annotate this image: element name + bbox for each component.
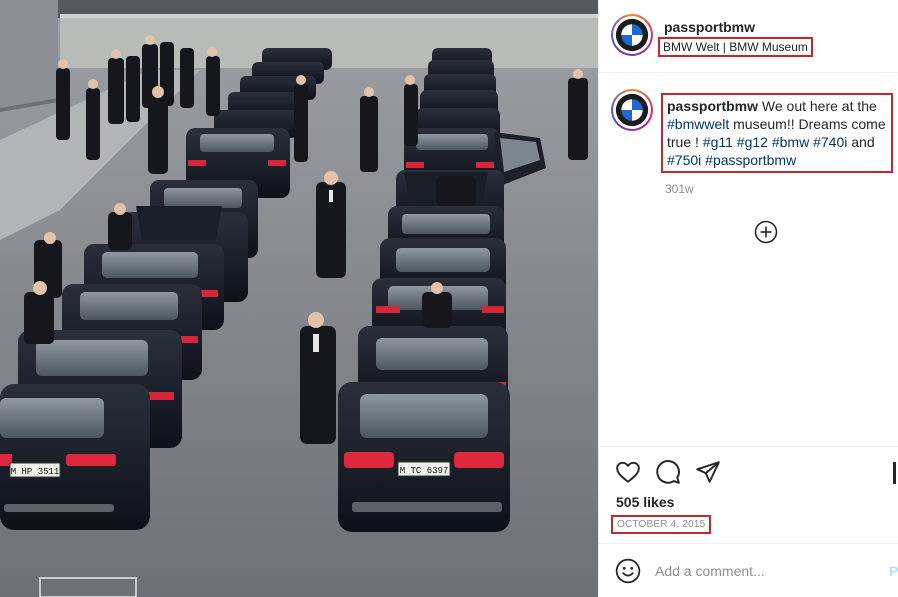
post-caption: passportbmw We out here at the #bmwwelt … xyxy=(661,93,893,173)
caption-text: We out here at the xyxy=(758,98,877,114)
plate-right: M TC 6397 xyxy=(400,466,449,476)
post-side-panel: passportbmw BMW Welt | BMW Museum passpo… xyxy=(598,0,898,597)
speech-bubble-icon[interactable] xyxy=(655,459,681,485)
hashtag-link[interactable]: #bmw xyxy=(772,134,809,150)
hashtag-link[interactable]: #bmwwelt xyxy=(667,116,729,132)
comment-input[interactable] xyxy=(655,560,875,582)
bmw-logo-icon xyxy=(615,93,649,127)
author-username[interactable]: passportbmw xyxy=(664,19,755,35)
hashtag-link[interactable]: #g11 xyxy=(703,134,733,150)
caption-author-avatar[interactable] xyxy=(611,89,653,131)
hashtag-link[interactable]: #g12 xyxy=(737,134,768,150)
caption-text: and xyxy=(847,134,875,150)
hashtag-link[interactable]: #750i xyxy=(667,152,701,168)
plate-left: M HP 3511 xyxy=(11,467,60,477)
post-date[interactable]: OCTOBER 4, 2015 xyxy=(611,515,712,534)
post-location[interactable]: BMW Welt | BMW Museum xyxy=(658,37,813,57)
plus-circle-icon[interactable] xyxy=(754,220,778,244)
post-comment-button[interactable]: P xyxy=(889,563,898,579)
caption-time-ago[interactable]: 301w xyxy=(665,182,694,196)
bmw-fleet-photo: M HP 3511 M TC 6397 xyxy=(0,0,598,597)
actions-divider xyxy=(599,446,898,447)
hashtag-link[interactable]: #passportbmw xyxy=(705,152,796,168)
bmw-logo-icon xyxy=(615,18,649,52)
heart-icon[interactable] xyxy=(615,459,641,485)
author-avatar[interactable] xyxy=(611,14,653,56)
post-photo[interactable]: M HP 3511 M TC 6397 xyxy=(0,0,598,597)
caption-username[interactable]: passportbmw xyxy=(667,98,758,114)
header-divider xyxy=(599,72,898,73)
comment-divider xyxy=(599,543,898,544)
hashtag-link[interactable]: #740i xyxy=(813,134,847,150)
bookmark-icon[interactable] xyxy=(893,462,896,484)
paper-plane-icon[interactable] xyxy=(695,459,721,485)
smiley-icon[interactable] xyxy=(615,558,641,584)
like-count[interactable]: 505 likes xyxy=(616,494,674,510)
